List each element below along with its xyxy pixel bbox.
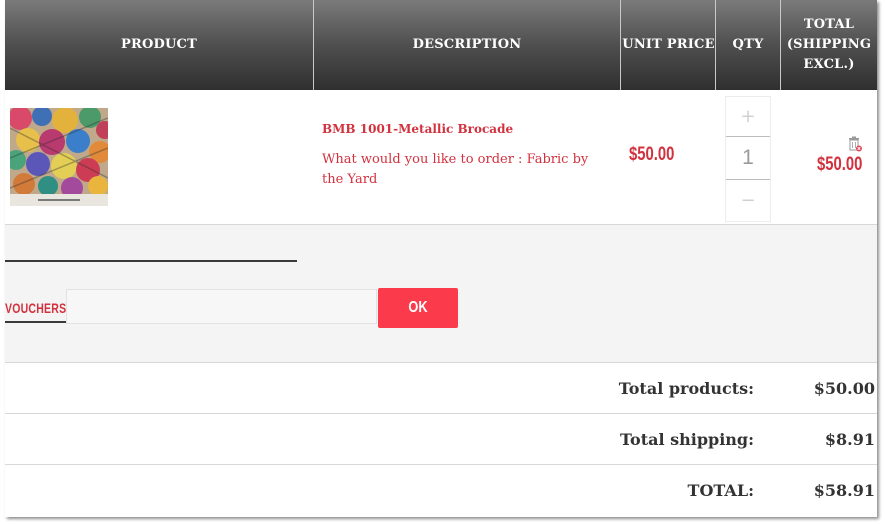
header-total-line1: TOTAL: [803, 17, 855, 32]
voucher-code-input[interactable]: [66, 289, 377, 324]
table-header: PRODUCT DESCRIPTION UNIT PRICE QTY TOTAL…: [5, 0, 877, 90]
unit-price: $50.00: [629, 144, 675, 165]
total-shipping-row: Total shipping: $8.91: [5, 414, 877, 465]
header-qty: QTY: [732, 37, 764, 52]
quantity-stepper: + 1 −: [725, 96, 771, 222]
voucher-submit-button[interactable]: OK: [378, 288, 458, 328]
total-products-label: Total products:: [618, 378, 754, 398]
cart-summary-table: PRODUCT DESCRIPTION UNIT PRICE QTY TOTAL…: [5, 0, 877, 517]
delete-item-icon: [849, 136, 862, 152]
total-products-row: Total products: $50.00: [5, 363, 877, 414]
product-option-text: What would you like to order : Fabric by…: [322, 152, 589, 187]
header-total: TOTAL (SHIPPING EXCL.): [781, 0, 877, 90]
line-total: $50.00: [817, 154, 863, 175]
total-products-value: $50.00: [813, 378, 875, 398]
fabric-swatch-image: [10, 108, 108, 206]
voucher-section: VOUCHERS OK: [5, 225, 877, 363]
grand-total-label: TOTAL:: [687, 480, 754, 500]
total-shipping-value: $8.91: [824, 429, 875, 449]
voucher-divider: [5, 260, 297, 262]
grand-total-value: $58.91: [813, 480, 875, 500]
trash-icon[interactable]: [848, 136, 862, 152]
header-total-line3: EXCL.): [803, 57, 855, 72]
quantity-increase-button[interactable]: +: [726, 97, 770, 135]
header-unit-price: UNIT PRICE: [622, 37, 715, 52]
voucher-label-underline: [5, 321, 66, 323]
header-total-line2: (SHIPPING: [786, 37, 872, 52]
voucher-submit-label: OK: [408, 299, 428, 316]
header-description: DESCRIPTION: [412, 37, 522, 52]
voucher-label: VOUCHERS: [5, 300, 67, 316]
cart-item-row: BMB 1001-Metallic Brocade What would you…: [5, 90, 877, 225]
quantity-input[interactable]: 1: [726, 136, 770, 180]
total-shipping-label: Total shipping:: [619, 429, 754, 449]
product-name-link[interactable]: BMB 1001-Metallic Brocade: [322, 122, 513, 136]
product-thumbnail[interactable]: [10, 108, 108, 206]
grand-total-row: TOTAL: $58.91: [5, 465, 877, 515]
header-product: PRODUCT: [121, 37, 197, 52]
quantity-decrease-button[interactable]: −: [726, 181, 770, 219]
